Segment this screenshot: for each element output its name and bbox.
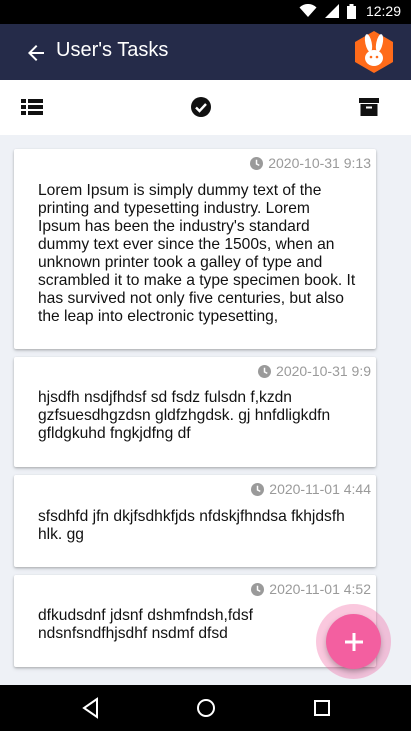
task-time: 2020-10-31 9:13 (268, 155, 371, 171)
back-arrow-icon[interactable] (24, 41, 48, 65)
clock-icon (251, 482, 265, 496)
system-nav-bar (0, 685, 411, 731)
task-time: 2020-11-01 4:44 (269, 481, 371, 497)
nav-recents-icon[interactable] (311, 697, 333, 719)
task-text: Lorem Ipsum is simply dummy text of the … (38, 182, 356, 325)
task-timestamp: 2020-11-01 4:52 (251, 581, 371, 597)
completed-tasks-button[interactable] (189, 95, 213, 119)
task-time: 2020-11-01 4:52 (269, 581, 371, 597)
task-card[interactable]: 2020-10-31 9:13 Lorem Ipsum is simply du… (14, 149, 376, 349)
archive-icon (359, 98, 379, 116)
signal-icon (324, 4, 339, 18)
rabbit-logo-icon (355, 31, 393, 73)
app-bar: User's Tasks (0, 24, 411, 80)
task-card[interactable]: 2020-11-01 4:44 sfsdhfd jfn dkjfsdhkfjds… (14, 475, 376, 567)
status-time: 12:29 (365, 3, 401, 19)
plus-icon (344, 632, 363, 651)
nav-home-icon[interactable] (195, 697, 217, 719)
status-bar: 12:29 (0, 0, 411, 24)
task-timestamp: 2020-11-01 4:44 (251, 481, 371, 497)
clock-icon (250, 156, 264, 170)
task-text: hjsdfh nsdjfhdsf sd fsdz fulsdn f,kzdn g… (38, 389, 331, 442)
task-card[interactable]: 2020-10-31 9:9 hjsdfh nsdjfhdsf sd fsdz … (14, 357, 376, 467)
list-icon (21, 99, 43, 115)
task-time: 2020-10-31 9:9 (276, 363, 371, 379)
task-filter-toolbar (0, 80, 411, 135)
check-circle-icon (191, 97, 211, 117)
list-view-button[interactable] (20, 95, 44, 119)
add-task-button[interactable] (326, 614, 381, 669)
task-timestamp: 2020-10-31 9:13 (250, 155, 371, 171)
archive-button[interactable] (357, 95, 381, 119)
clock-icon (258, 364, 272, 378)
task-list: 2020-10-31 9:13 Lorem Ipsum is simply du… (0, 135, 411, 685)
wifi-icon (299, 4, 317, 17)
clock-icon (251, 582, 265, 596)
battery-icon (346, 3, 356, 19)
task-text: sfsdhfd jfn dkjfsdhkfjds nfdskjfhndsa fk… (38, 508, 345, 543)
nav-back-icon[interactable] (80, 697, 102, 719)
page-title: User's Tasks (56, 39, 169, 61)
task-text: dfkudsdnf jdsnf dshmfndsh,fdsf ndsnfsndf… (38, 607, 253, 642)
task-timestamp: 2020-10-31 9:9 (258, 363, 371, 379)
